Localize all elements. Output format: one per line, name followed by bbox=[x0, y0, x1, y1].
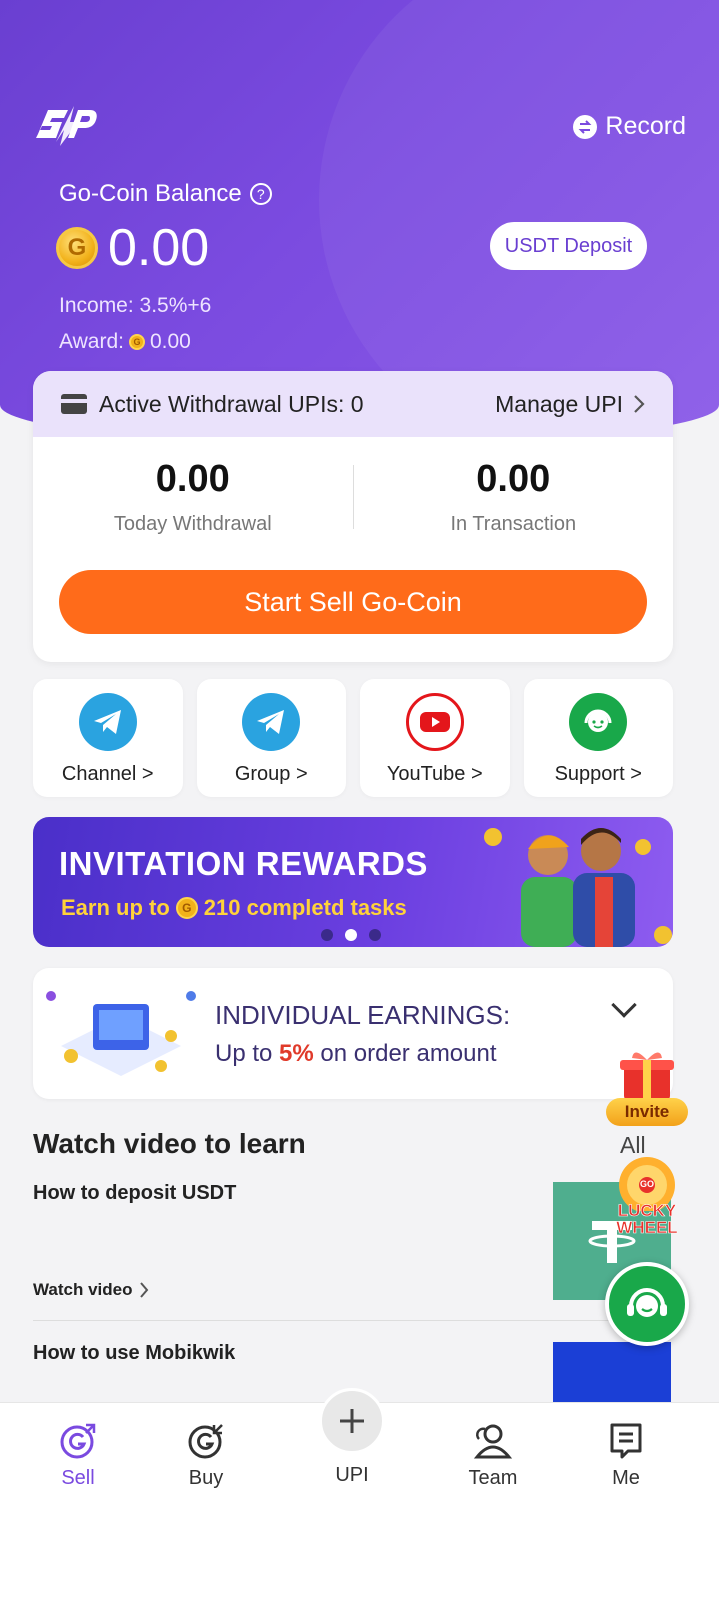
nav-sell[interactable]: Sell bbox=[28, 1421, 128, 1490]
gift-icon bbox=[620, 1052, 674, 1100]
banner-subtitle-prefix: Earn up to bbox=[61, 895, 170, 920]
team-icon bbox=[473, 1424, 513, 1459]
chevron-right-icon bbox=[634, 395, 645, 413]
today-withdrawal-stat: 0.00 Today Withdrawal bbox=[33, 458, 353, 536]
today-withdrawal-value: 0.00 bbox=[155, 458, 230, 500]
manage-upi-link[interactable]: Manage UPI bbox=[495, 391, 645, 418]
group-label: Group > bbox=[234, 763, 308, 785]
go-coin-small-icon: G bbox=[175, 897, 198, 919]
active-upis-text: Active Withdrawal UPIs: 0 bbox=[99, 390, 364, 417]
headset-icon bbox=[569, 693, 628, 751]
nav-team-label: Team bbox=[468, 1467, 518, 1489]
withdrawal-card-header: Active Withdrawal UPIs: 0 Manage UPI bbox=[33, 371, 673, 437]
learn-section-title: Watch video to learn bbox=[33, 1128, 306, 1159]
nav-upi-label: UPI bbox=[335, 1464, 369, 1486]
chevron-down-icon[interactable] bbox=[611, 992, 637, 1018]
pagination-dot[interactable] bbox=[321, 929, 333, 941]
nav-sell-label: Sell bbox=[61, 1467, 95, 1489]
banner-subtitle-suffix: 210 completd tasks bbox=[203, 895, 407, 920]
nav-upi-button[interactable] bbox=[319, 1388, 385, 1454]
balance-value: 0.00 bbox=[108, 219, 210, 277]
quick-links: Channel > Group > YouTube > Support > bbox=[33, 679, 673, 797]
plus-icon bbox=[340, 1409, 364, 1433]
wheel-go-label: GO bbox=[639, 1179, 654, 1189]
video-title[interactable]: How to deposit USDT bbox=[33, 1182, 236, 1205]
support-label: Support > bbox=[554, 763, 642, 785]
exchange-icon bbox=[573, 114, 598, 139]
video-title[interactable]: How to use Mobikwik bbox=[33, 1342, 235, 1365]
invite-floating-button[interactable]: Invite bbox=[606, 1050, 688, 1128]
credit-card-icon bbox=[61, 394, 87, 414]
today-withdrawal-label: Today Withdrawal bbox=[113, 513, 272, 535]
mobikwik-video-thumbnail[interactable] bbox=[553, 1342, 671, 1402]
earnings-line: Up to 5% on order amount bbox=[215, 1040, 497, 1068]
in-transaction-stat: 0.00 In Transaction bbox=[354, 458, 674, 536]
telegram-icon bbox=[78, 693, 137, 751]
go-coin-icon: G bbox=[56, 227, 98, 269]
nav-buy-label: Buy bbox=[188, 1467, 224, 1489]
support-tile[interactable]: Support > bbox=[523, 679, 673, 797]
channel-tile[interactable]: Channel > bbox=[33, 679, 183, 797]
video-divider bbox=[33, 1320, 673, 1321]
earnings-line-suffix: on order amount bbox=[320, 1040, 497, 1067]
youtube-label: YouTube > bbox=[386, 763, 483, 785]
record-link[interactable]: Record bbox=[573, 112, 686, 141]
lucky-wheel-floating-button[interactable]: GO LUCKY WHEEL bbox=[607, 1155, 687, 1239]
balance-label-row: Go-Coin Balance ? bbox=[59, 180, 272, 208]
buy-icon bbox=[188, 1424, 223, 1459]
help-icon[interactable]: ? bbox=[249, 183, 272, 205]
withdrawal-card: Active Withdrawal UPIs: 0 Manage UPI 0.0… bbox=[33, 371, 673, 662]
start-sell-button[interactable]: Start Sell Go-Coin bbox=[59, 570, 647, 634]
sell-icon bbox=[60, 1423, 96, 1459]
banner-title: INVITATION REWARDS bbox=[59, 845, 428, 882]
income-text: Income: 3.5%+6 bbox=[59, 294, 212, 317]
banner-people-illustration bbox=[484, 828, 672, 947]
go-coin-small-icon: G bbox=[128, 334, 145, 350]
earnings-line-prefix: Up to bbox=[215, 1040, 273, 1067]
nav-me[interactable]: Me bbox=[576, 1421, 676, 1490]
in-transaction-label: In Transaction bbox=[450, 513, 577, 535]
customer-support-floating-button[interactable] bbox=[605, 1262, 689, 1346]
balance-label: Go-Coin Balance bbox=[59, 180, 242, 207]
award-value: 0.00 bbox=[149, 330, 191, 353]
chevron-right-icon bbox=[139, 1282, 148, 1298]
invitation-rewards-banner[interactable]: INVITATION REWARDS Earn up to G 210 comp… bbox=[33, 817, 673, 947]
manage-upi-label: Manage UPI bbox=[495, 390, 623, 417]
watch-video-link[interactable]: Watch video bbox=[33, 1280, 149, 1300]
usdt-deposit-button[interactable]: USDT Deposit bbox=[490, 222, 647, 270]
balance-value-row: G 0.00 bbox=[56, 222, 209, 274]
nav-me-label: Me bbox=[612, 1467, 640, 1489]
nav-team[interactable]: Team bbox=[443, 1421, 543, 1490]
youtube-icon bbox=[405, 693, 464, 751]
telegram-icon bbox=[242, 693, 301, 751]
app-logo bbox=[36, 106, 97, 146]
in-transaction-value: 0.00 bbox=[476, 458, 551, 500]
headset-icon bbox=[627, 1288, 667, 1317]
me-icon bbox=[610, 1423, 642, 1459]
banner-subtitle: Earn up to G 210 completd tasks bbox=[61, 895, 407, 921]
award-label: Award: bbox=[59, 330, 124, 353]
watch-video-label: Watch video bbox=[33, 1280, 133, 1299]
channel-label: Channel > bbox=[61, 763, 154, 785]
group-tile[interactable]: Group > bbox=[196, 679, 346, 797]
pagination-dot[interactable] bbox=[369, 929, 381, 941]
invite-label: Invite bbox=[606, 1098, 688, 1126]
earnings-highlight: 5% bbox=[279, 1040, 314, 1067]
earnings-illustration bbox=[46, 991, 196, 1076]
youtube-tile[interactable]: YouTube > bbox=[360, 679, 510, 797]
award-row: Award: G 0.00 bbox=[59, 330, 191, 354]
individual-earnings-card[interactable]: INDIVIDUAL EARNINGS: Up to 5% on order a… bbox=[33, 968, 673, 1099]
earnings-title: INDIVIDUAL EARNINGS: bbox=[215, 1000, 511, 1030]
pagination-dot-active[interactable] bbox=[345, 929, 357, 941]
withdrawal-stats: 0.00 Today Withdrawal 0.00 In Transactio… bbox=[33, 437, 673, 557]
banner-pagination bbox=[321, 929, 381, 941]
wheel-label-2: WHEEL bbox=[616, 1218, 678, 1238]
nav-buy[interactable]: Buy bbox=[156, 1421, 256, 1490]
record-label: Record bbox=[605, 112, 686, 140]
